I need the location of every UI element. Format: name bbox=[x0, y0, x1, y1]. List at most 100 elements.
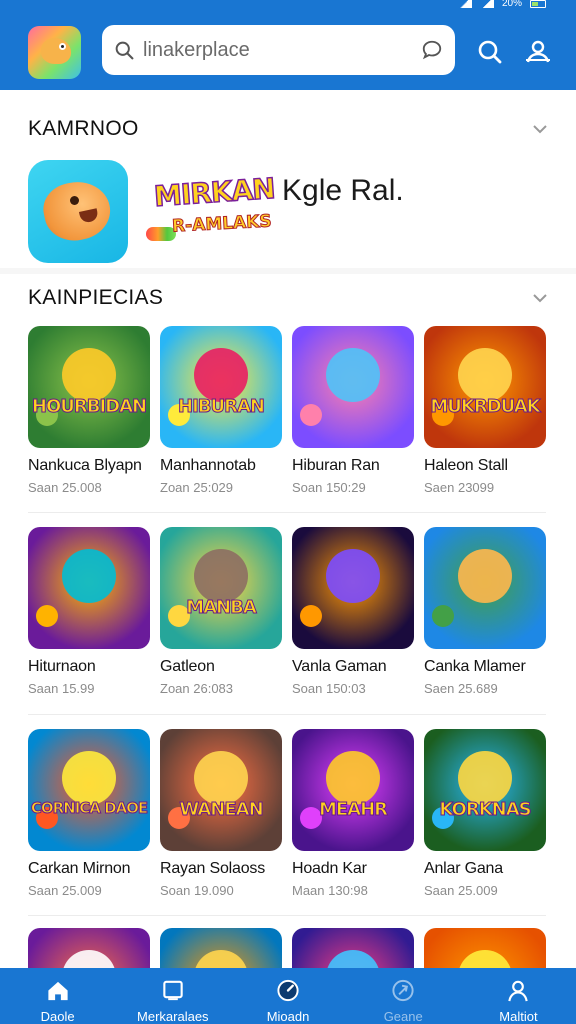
game-artwork[interactable]: HOURBIDAN bbox=[28, 326, 150, 448]
game-meta: Saan 25.009 bbox=[28, 883, 102, 898]
decor-orb bbox=[432, 605, 454, 627]
mascot-eye bbox=[70, 196, 79, 205]
game-title: Hiturnaon bbox=[28, 658, 96, 675]
game-artwork[interactable]: MANBA bbox=[160, 527, 282, 649]
game-artwork[interactable] bbox=[28, 527, 150, 649]
game-logo-text: CORNICA DAOE bbox=[30, 799, 148, 817]
game-title: Carkan Mirnon bbox=[28, 860, 131, 877]
nav-label: Merkaralaes bbox=[137, 1009, 209, 1024]
game-artwork[interactable]: WANEAN bbox=[160, 729, 282, 851]
grid-section-title: KAINPIECIAS bbox=[28, 286, 164, 309]
game-meta: Soan 150:29 bbox=[292, 480, 366, 495]
chevron-down-icon[interactable] bbox=[532, 121, 548, 137]
game-tile[interactable]: CORNICA DAOE Carkan Mirnon Saan 25.009 bbox=[28, 729, 150, 898]
game-tile[interactable]: KORKNAS Anlar Gana Saan 25.009 bbox=[424, 729, 546, 898]
battery-percentage: 20% bbox=[501, 0, 522, 9]
logo-text-line1: MIRKAN bbox=[152, 171, 276, 214]
search-icon bbox=[115, 41, 134, 59]
character-figure bbox=[326, 751, 380, 805]
chat-bubble-icon[interactable] bbox=[421, 39, 443, 61]
character-figure bbox=[326, 549, 380, 603]
wifi-icon bbox=[457, 0, 472, 8]
nav-label: Daole bbox=[40, 1009, 75, 1024]
search-bar[interactable] bbox=[102, 25, 455, 75]
game-meta: Saan 25.009 bbox=[424, 883, 498, 898]
gauge-icon bbox=[277, 979, 299, 1002]
game-tile[interactable]: WANEAN Rayan Solaoss Soan 19.090 bbox=[160, 729, 282, 898]
game-artwork[interactable] bbox=[292, 527, 414, 649]
character-figure bbox=[458, 751, 512, 805]
game-artwork[interactable] bbox=[424, 527, 546, 649]
game-tile[interactable]: Vanla Gaman Soan 150:03 bbox=[292, 527, 414, 696]
storefront-icon bbox=[163, 980, 183, 1001]
nav-item-activity[interactable]: Mioadn bbox=[230, 968, 345, 1024]
game-logo-text: MUKRDUAK bbox=[430, 396, 541, 417]
battery-icon bbox=[530, 0, 546, 8]
logo-mascot-icon bbox=[41, 38, 71, 64]
game-artwork[interactable]: MUKRDUAK bbox=[424, 326, 546, 448]
grid-section-header[interactable]: KAINPIECIAS bbox=[28, 283, 548, 313]
game-title: Haleon Stall bbox=[424, 457, 508, 474]
game-tile[interactable]: Hiturnaon Saan 15.99 bbox=[28, 527, 150, 696]
game-meta: Saen 23099 bbox=[424, 480, 495, 495]
featured-section-header[interactable]: KAMRNOO bbox=[28, 114, 548, 144]
game-tile[interactable]: HIBURAN Manhannotab Zoan 25:029 bbox=[160, 326, 282, 495]
logo-eye bbox=[59, 43, 66, 50]
game-logo-text: KORKNAS bbox=[439, 799, 532, 820]
nav-item-marketplace[interactable]: Merkaralaes bbox=[115, 968, 230, 1024]
nav-label: Mioadn bbox=[266, 1009, 310, 1024]
character-figure bbox=[458, 549, 512, 603]
game-title: Manhannotab bbox=[160, 457, 256, 474]
game-tile[interactable]: MUKRDUAK Haleon Stall Saen 23099 bbox=[424, 326, 546, 495]
profile-icon bbox=[508, 980, 529, 1002]
game-artwork[interactable] bbox=[292, 326, 414, 448]
featured-app-name[interactable]: Kgle Ral. bbox=[282, 174, 404, 208]
game-tile[interactable]: MANBA Gatleon Zoan 26:083 bbox=[160, 527, 282, 696]
featured-game-logo[interactable]: MIRKAN R-AMLAKS bbox=[146, 171, 276, 252]
featured-app-icon[interactable] bbox=[28, 160, 128, 263]
game-title: Gatleon bbox=[160, 658, 215, 675]
character-figure bbox=[62, 348, 116, 402]
signal-icon bbox=[479, 0, 494, 8]
fish-mascot-icon bbox=[38, 175, 116, 247]
search-icon[interactable] bbox=[476, 38, 504, 66]
game-logo-text: HOURBIDAN bbox=[31, 396, 147, 417]
decor-orb bbox=[36, 605, 58, 627]
app-logo[interactable] bbox=[28, 26, 81, 79]
game-artwork[interactable]: HIBURAN bbox=[160, 326, 282, 448]
game-title: Nankuca Blyapn bbox=[28, 457, 142, 474]
decor-orb bbox=[300, 605, 322, 627]
chevron-down-icon[interactable] bbox=[532, 290, 548, 306]
game-title: Anlar Gana bbox=[424, 860, 503, 877]
logo-text-line2: R-AMLAKS bbox=[171, 211, 273, 237]
character-figure bbox=[458, 348, 512, 402]
game-artwork[interactable]: KORKNAS bbox=[424, 729, 546, 851]
game-meta: Soan 19.090 bbox=[160, 883, 234, 898]
nav-item-home[interactable]: Daole bbox=[0, 968, 115, 1024]
game-meta: Zoan 25:029 bbox=[160, 480, 234, 495]
search-input[interactable] bbox=[143, 38, 413, 62]
game-meta: Saan 25.008 bbox=[28, 480, 102, 495]
game-tile[interactable]: Hiburan Ran Soan 150:29 bbox=[292, 326, 414, 495]
character-figure bbox=[194, 751, 248, 805]
game-meta: Saen 25.689 bbox=[424, 681, 498, 696]
featured-section-title: KAMRNOO bbox=[28, 117, 139, 140]
game-logo-text: MEAHR bbox=[318, 799, 388, 820]
section-divider bbox=[0, 268, 576, 274]
game-artwork[interactable]: CORNICA DAOE bbox=[28, 729, 150, 851]
controller-icon bbox=[392, 979, 414, 1002]
nav-item-games[interactable]: Geane bbox=[346, 968, 461, 1024]
game-tile[interactable]: MEAHR Hoadn Kar Maan 130:98 bbox=[292, 729, 414, 898]
user-settings-icon[interactable] bbox=[524, 38, 552, 66]
nav-item-profile[interactable]: Maltiot bbox=[461, 968, 576, 1024]
row-divider bbox=[28, 915, 546, 916]
nav-label: Geane bbox=[383, 1009, 423, 1024]
game-meta: Saan 15.99 bbox=[28, 681, 95, 696]
game-tile[interactable]: HOURBIDAN Nankuca Blyapn Saan 25.008 bbox=[28, 326, 150, 495]
game-meta: Maan 130:98 bbox=[292, 883, 368, 898]
game-title: Hoadn Kar bbox=[292, 860, 367, 877]
status-bar: 20% bbox=[0, 0, 576, 14]
game-artwork[interactable]: MEAHR bbox=[292, 729, 414, 851]
app-header bbox=[0, 14, 576, 90]
game-tile[interactable]: Canka Mlamer Saen 25.689 bbox=[424, 527, 546, 696]
